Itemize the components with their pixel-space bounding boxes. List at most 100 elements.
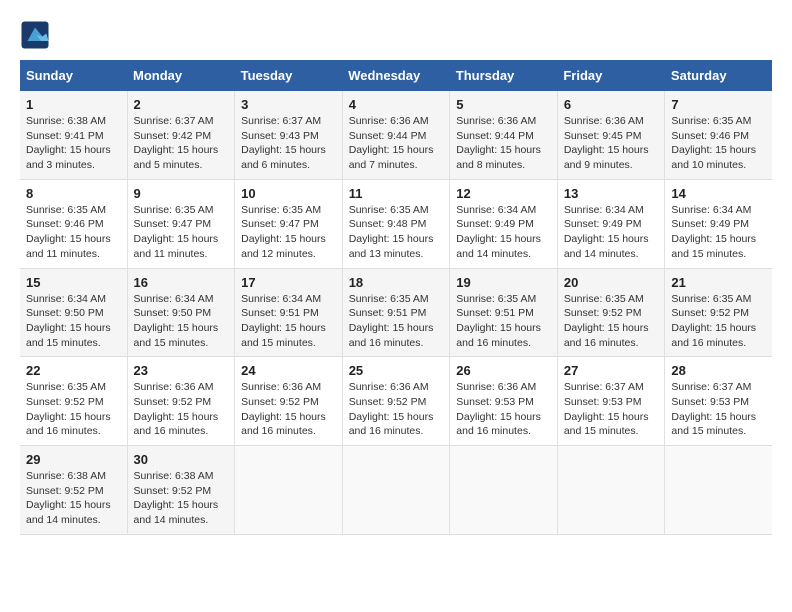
calendar-cell: 11 Sunrise: 6:35 AM Sunset: 9:48 PM Dayl… bbox=[342, 179, 450, 268]
logo bbox=[20, 20, 56, 50]
calendar-cell: 3 Sunrise: 6:37 AM Sunset: 9:43 PM Dayli… bbox=[235, 91, 343, 179]
week-row-3: 15 Sunrise: 6:34 AM Sunset: 9:50 PM Dayl… bbox=[20, 268, 772, 357]
day-info: Sunrise: 6:36 AM Sunset: 9:52 PM Dayligh… bbox=[134, 380, 229, 439]
day-info: Sunrise: 6:36 AM Sunset: 9:45 PM Dayligh… bbox=[564, 114, 659, 173]
calendar-cell: 18 Sunrise: 6:35 AM Sunset: 9:51 PM Dayl… bbox=[342, 268, 450, 357]
day-info: Sunrise: 6:35 AM Sunset: 9:51 PM Dayligh… bbox=[349, 292, 444, 351]
calendar-cell: 1 Sunrise: 6:38 AM Sunset: 9:41 PM Dayli… bbox=[20, 91, 127, 179]
day-info: Sunrise: 6:36 AM Sunset: 9:52 PM Dayligh… bbox=[349, 380, 444, 439]
day-number: 4 bbox=[349, 97, 444, 112]
day-number: 20 bbox=[564, 275, 659, 290]
day-number: 7 bbox=[671, 97, 766, 112]
day-info: Sunrise: 6:36 AM Sunset: 9:52 PM Dayligh… bbox=[241, 380, 336, 439]
day-info: Sunrise: 6:34 AM Sunset: 9:49 PM Dayligh… bbox=[564, 203, 659, 262]
day-number: 3 bbox=[241, 97, 336, 112]
day-number: 8 bbox=[26, 186, 121, 201]
day-number: 10 bbox=[241, 186, 336, 201]
day-info: Sunrise: 6:36 AM Sunset: 9:44 PM Dayligh… bbox=[349, 114, 444, 173]
week-row-1: 1 Sunrise: 6:38 AM Sunset: 9:41 PM Dayli… bbox=[20, 91, 772, 179]
day-info: Sunrise: 6:35 AM Sunset: 9:52 PM Dayligh… bbox=[26, 380, 121, 439]
day-number: 12 bbox=[456, 186, 551, 201]
day-number: 1 bbox=[26, 97, 121, 112]
day-info: Sunrise: 6:37 AM Sunset: 9:42 PM Dayligh… bbox=[134, 114, 229, 173]
column-header-sunday: Sunday bbox=[20, 60, 127, 91]
calendar-cell: 13 Sunrise: 6:34 AM Sunset: 9:49 PM Dayl… bbox=[557, 179, 665, 268]
day-info: Sunrise: 6:37 AM Sunset: 9:53 PM Dayligh… bbox=[564, 380, 659, 439]
day-number: 30 bbox=[134, 452, 229, 467]
day-number: 18 bbox=[349, 275, 444, 290]
calendar-cell: 28 Sunrise: 6:37 AM Sunset: 9:53 PM Dayl… bbox=[665, 357, 772, 446]
day-info: Sunrise: 6:37 AM Sunset: 9:53 PM Dayligh… bbox=[671, 380, 766, 439]
week-row-5: 29 Sunrise: 6:38 AM Sunset: 9:52 PM Dayl… bbox=[20, 446, 772, 535]
day-info: Sunrise: 6:38 AM Sunset: 9:52 PM Dayligh… bbox=[134, 469, 229, 528]
calendar-cell: 17 Sunrise: 6:34 AM Sunset: 9:51 PM Dayl… bbox=[235, 268, 343, 357]
day-number: 14 bbox=[671, 186, 766, 201]
calendar-cell: 12 Sunrise: 6:34 AM Sunset: 9:49 PM Dayl… bbox=[450, 179, 558, 268]
day-info: Sunrise: 6:38 AM Sunset: 9:52 PM Dayligh… bbox=[26, 469, 121, 528]
day-info: Sunrise: 6:34 AM Sunset: 9:50 PM Dayligh… bbox=[134, 292, 229, 351]
column-header-saturday: Saturday bbox=[665, 60, 772, 91]
calendar-cell: 22 Sunrise: 6:35 AM Sunset: 9:52 PM Dayl… bbox=[20, 357, 127, 446]
day-number: 13 bbox=[564, 186, 659, 201]
page-header bbox=[20, 20, 772, 50]
calendar-cell bbox=[235, 446, 343, 535]
day-number: 24 bbox=[241, 363, 336, 378]
calendar-cell: 10 Sunrise: 6:35 AM Sunset: 9:47 PM Dayl… bbox=[235, 179, 343, 268]
day-info: Sunrise: 6:35 AM Sunset: 9:46 PM Dayligh… bbox=[26, 203, 121, 262]
day-info: Sunrise: 6:35 AM Sunset: 9:48 PM Dayligh… bbox=[349, 203, 444, 262]
logo-icon bbox=[20, 20, 50, 50]
day-info: Sunrise: 6:36 AM Sunset: 9:44 PM Dayligh… bbox=[456, 114, 551, 173]
day-number: 5 bbox=[456, 97, 551, 112]
calendar-cell: 19 Sunrise: 6:35 AM Sunset: 9:51 PM Dayl… bbox=[450, 268, 558, 357]
calendar-cell: 8 Sunrise: 6:35 AM Sunset: 9:46 PM Dayli… bbox=[20, 179, 127, 268]
calendar-table: SundayMondayTuesdayWednesdayThursdayFrid… bbox=[20, 60, 772, 535]
day-number: 28 bbox=[671, 363, 766, 378]
day-info: Sunrise: 6:38 AM Sunset: 9:41 PM Dayligh… bbox=[26, 114, 121, 173]
day-info: Sunrise: 6:35 AM Sunset: 9:47 PM Dayligh… bbox=[241, 203, 336, 262]
column-header-monday: Monday bbox=[127, 60, 235, 91]
day-number: 9 bbox=[134, 186, 229, 201]
calendar-cell: 30 Sunrise: 6:38 AM Sunset: 9:52 PM Dayl… bbox=[127, 446, 235, 535]
calendar-cell: 20 Sunrise: 6:35 AM Sunset: 9:52 PM Dayl… bbox=[557, 268, 665, 357]
calendar-cell: 14 Sunrise: 6:34 AM Sunset: 9:49 PM Dayl… bbox=[665, 179, 772, 268]
day-info: Sunrise: 6:35 AM Sunset: 9:47 PM Dayligh… bbox=[134, 203, 229, 262]
calendar-cell: 26 Sunrise: 6:36 AM Sunset: 9:53 PM Dayl… bbox=[450, 357, 558, 446]
day-number: 29 bbox=[26, 452, 121, 467]
day-number: 15 bbox=[26, 275, 121, 290]
week-row-2: 8 Sunrise: 6:35 AM Sunset: 9:46 PM Dayli… bbox=[20, 179, 772, 268]
calendar-cell: 4 Sunrise: 6:36 AM Sunset: 9:44 PM Dayli… bbox=[342, 91, 450, 179]
day-number: 22 bbox=[26, 363, 121, 378]
day-number: 16 bbox=[134, 275, 229, 290]
column-header-wednesday: Wednesday bbox=[342, 60, 450, 91]
calendar-cell: 6 Sunrise: 6:36 AM Sunset: 9:45 PM Dayli… bbox=[557, 91, 665, 179]
day-info: Sunrise: 6:34 AM Sunset: 9:50 PM Dayligh… bbox=[26, 292, 121, 351]
calendar-cell: 15 Sunrise: 6:34 AM Sunset: 9:50 PM Dayl… bbox=[20, 268, 127, 357]
calendar-cell: 29 Sunrise: 6:38 AM Sunset: 9:52 PM Dayl… bbox=[20, 446, 127, 535]
calendar-cell bbox=[342, 446, 450, 535]
day-info: Sunrise: 6:34 AM Sunset: 9:49 PM Dayligh… bbox=[456, 203, 551, 262]
week-row-4: 22 Sunrise: 6:35 AM Sunset: 9:52 PM Dayl… bbox=[20, 357, 772, 446]
day-number: 27 bbox=[564, 363, 659, 378]
calendar-cell bbox=[450, 446, 558, 535]
calendar-cell: 9 Sunrise: 6:35 AM Sunset: 9:47 PM Dayli… bbox=[127, 179, 235, 268]
day-info: Sunrise: 6:34 AM Sunset: 9:49 PM Dayligh… bbox=[671, 203, 766, 262]
day-number: 26 bbox=[456, 363, 551, 378]
calendar-cell: 7 Sunrise: 6:35 AM Sunset: 9:46 PM Dayli… bbox=[665, 91, 772, 179]
calendar-cell: 25 Sunrise: 6:36 AM Sunset: 9:52 PM Dayl… bbox=[342, 357, 450, 446]
day-info: Sunrise: 6:35 AM Sunset: 9:52 PM Dayligh… bbox=[671, 292, 766, 351]
calendar-header-row: SundayMondayTuesdayWednesdayThursdayFrid… bbox=[20, 60, 772, 91]
day-number: 11 bbox=[349, 186, 444, 201]
day-number: 17 bbox=[241, 275, 336, 290]
calendar-cell: 5 Sunrise: 6:36 AM Sunset: 9:44 PM Dayli… bbox=[450, 91, 558, 179]
day-number: 19 bbox=[456, 275, 551, 290]
calendar-cell: 27 Sunrise: 6:37 AM Sunset: 9:53 PM Dayl… bbox=[557, 357, 665, 446]
day-number: 6 bbox=[564, 97, 659, 112]
day-number: 21 bbox=[671, 275, 766, 290]
day-number: 25 bbox=[349, 363, 444, 378]
column-header-thursday: Thursday bbox=[450, 60, 558, 91]
calendar-cell bbox=[665, 446, 772, 535]
calendar-cell: 16 Sunrise: 6:34 AM Sunset: 9:50 PM Dayl… bbox=[127, 268, 235, 357]
day-info: Sunrise: 6:34 AM Sunset: 9:51 PM Dayligh… bbox=[241, 292, 336, 351]
calendar-cell: 23 Sunrise: 6:36 AM Sunset: 9:52 PM Dayl… bbox=[127, 357, 235, 446]
calendar-cell: 24 Sunrise: 6:36 AM Sunset: 9:52 PM Dayl… bbox=[235, 357, 343, 446]
